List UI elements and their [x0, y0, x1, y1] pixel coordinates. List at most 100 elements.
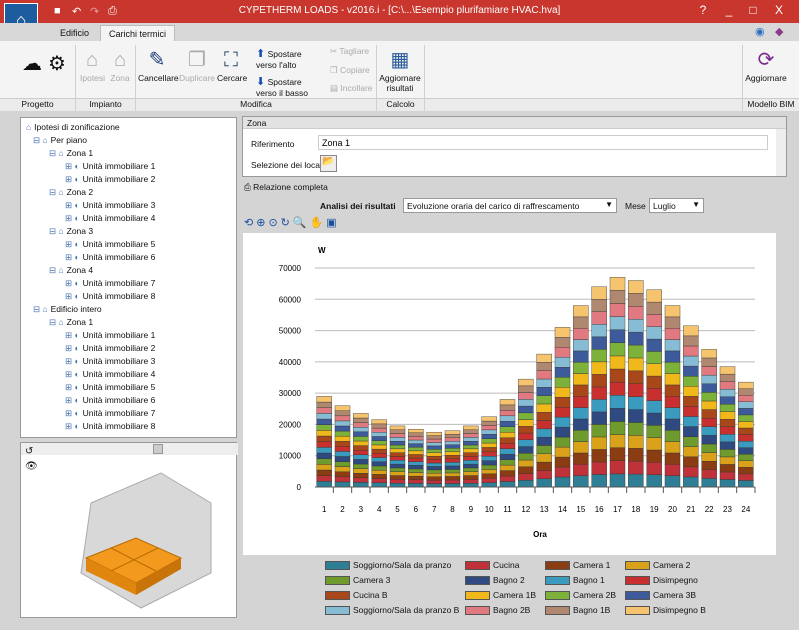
duplicare-button[interactable]: ❐ Duplicare: [178, 47, 216, 83]
tree-item[interactable]: ⊞ ◐ Unità immobiliare 2: [65, 174, 155, 185]
maximize-button[interactable]: □: [742, 3, 764, 17]
zona-button[interactable]: ⌂ Zona: [108, 47, 132, 83]
bar-segment: [518, 392, 534, 400]
tree-item[interactable]: ⊞ ◐ Unità immobiliare 6: [65, 252, 155, 263]
bar-segment: [683, 426, 699, 437]
riferimento-label: Riferimento: [251, 139, 295, 149]
select-rooms-button[interactable]: 📂: [320, 155, 337, 172]
zoom-window-icon[interactable]: ⊙: [268, 217, 280, 229]
pan-hand-icon[interactable]: ✋: [310, 217, 327, 229]
tree-item[interactable]: ⊟ ⌂ Edificio intero: [33, 304, 102, 315]
aggiornare-bim-button[interactable]: ⟳ Aggiornare: [744, 47, 788, 83]
bar-segment: [701, 383, 717, 393]
tools-icon[interactable]: ◆: [775, 25, 783, 38]
move-up-button[interactable]: ⬆ Spostare verso l'alto: [256, 47, 320, 70]
aggiornare-risultati-button[interactable]: ▦ Aggiornare risultati: [378, 47, 422, 93]
mese-select[interactable]: Luglio ▼: [649, 198, 704, 213]
bar-segment: [646, 375, 662, 389]
3d-view[interactable]: ↺ 👁: [20, 442, 238, 618]
tab-carichi-termici[interactable]: Carichi termici: [100, 25, 176, 41]
bar-segment: [646, 462, 662, 475]
bar-segment: [481, 460, 497, 466]
tree-item[interactable]: ⊟ ⌂ Zona 1: [49, 317, 93, 328]
tab-edificio[interactable]: Edificio: [52, 25, 97, 41]
zoom-extents-icon[interactable]: ⊕: [256, 217, 268, 229]
bar-segment: [738, 381, 754, 389]
tree-item[interactable]: ⊞ ◐ Unità immobiliare 6: [65, 395, 155, 406]
tree-item[interactable]: ⊟ ⌂ Per piano: [33, 135, 87, 146]
tree-item[interactable]: ⊞ ◐ Unità immobiliare 2: [65, 343, 155, 354]
riferimento-input[interactable]: [318, 135, 768, 150]
eye-icon[interactable]: 👁: [25, 461, 38, 472]
tree-item[interactable]: ⊞ ◐ Unità immobiliare 1: [65, 330, 155, 341]
view-scrollbar[interactable]: [21, 443, 238, 455]
ipotesi-button[interactable]: ⌂ Ipotesi: [80, 47, 105, 83]
bar-segment: [683, 386, 699, 397]
bar-segment: [701, 417, 717, 427]
tree-item-label: Unità immobiliare 3: [82, 356, 156, 366]
tree-item[interactable]: ⊞ ◐ Unità immobiliare 7: [65, 408, 155, 419]
tree-item[interactable]: ⊞ ◐ Unità immobiliare 1: [65, 161, 155, 172]
legend-label: Camera 3: [353, 575, 391, 585]
unit-icon: ⊞ ◐: [65, 330, 80, 340]
analysis-select[interactable]: Evoluzione oraria del carico di raffresc…: [403, 198, 617, 213]
legend-swatch: [545, 606, 570, 616]
bar-segment: [536, 445, 552, 454]
cercare-button[interactable]: ⛶ Cercare: [217, 47, 247, 83]
bar-segment: [536, 387, 552, 396]
y-tick-label: 70000: [279, 264, 302, 273]
tree-item[interactable]: ⊟ ⌂ Zona 4: [49, 265, 93, 276]
bar-segment: [646, 351, 662, 364]
tree-root[interactable]: ⌂ Ipotesi di zonificazione: [26, 122, 120, 132]
tree-item[interactable]: ⊞ ◐ Unità immobiliare 4: [65, 369, 155, 380]
x-tick-label: 10: [485, 505, 494, 514]
zona-scrollbar[interactable]: [776, 129, 786, 176]
copiare-button[interactable]: ❐ Copiare: [330, 65, 370, 76]
tree-item[interactable]: ⊟ ⌂ Zona 2: [49, 187, 93, 198]
cancellare-button[interactable]: ✎ Cancellare: [138, 47, 179, 83]
tree-item[interactable]: ⊞ ◐ Unità immobiliare 3: [65, 200, 155, 211]
bar-segment: [426, 435, 442, 440]
bar-segment: [481, 416, 497, 422]
bar-segment: [573, 305, 589, 318]
chart-toolbar: ⟲⊕⊙↻🔍✋▣: [244, 216, 340, 229]
rotate-icon[interactable]: ↺: [25, 446, 33, 457]
move-down-button[interactable]: ⬇ Spostare verso il basso: [256, 75, 320, 98]
refresh-icon[interactable]: ↻: [281, 217, 293, 229]
tree-item[interactable]: ⊞ ◐ Unità immobiliare 5: [65, 239, 155, 250]
zoom-reset-icon[interactable]: ⟲: [244, 217, 256, 229]
help-button[interactable]: ?: [692, 3, 714, 17]
bar-segment: [426, 473, 442, 477]
tree-item[interactable]: ⊞ ◐ Unità immobiliare 3: [65, 356, 155, 367]
zoom-icon[interactable]: 🔍: [293, 217, 310, 229]
export-icon[interactable]: ▣: [326, 217, 339, 229]
bar-segment: [371, 423, 387, 429]
tree-item[interactable]: ⊞ ◐ Unità immobiliare 8: [65, 421, 155, 432]
tree-item[interactable]: ⊞ ◐ Unità immobiliare 7: [65, 278, 155, 289]
tree-item[interactable]: ⊟ ⌂ Zona 3: [49, 226, 93, 237]
settings-button[interactable]: ⚙: [48, 51, 66, 77]
zona-header: Zona: [243, 117, 786, 129]
bar-segment: [719, 366, 736, 375]
tree-item[interactable]: ⊟ ⌂ Zona 1: [49, 148, 93, 159]
mese-value: Luglio: [653, 201, 676, 211]
bar-segment: [518, 412, 534, 420]
tree-item[interactable]: ⊞ ◐ Unità immobiliare 8: [65, 291, 155, 302]
close-button[interactable]: X: [768, 3, 790, 17]
bar-segment: [371, 482, 387, 488]
tree-item[interactable]: ⊞ ◐ Unità immobiliare 4: [65, 213, 155, 224]
minimize-button[interactable]: _: [718, 3, 740, 17]
report-button[interactable]: ⎙ Relazione completa: [244, 182, 328, 193]
globe-icon[interactable]: ◉: [755, 25, 765, 38]
bar-segment: [738, 473, 754, 481]
x-tick-label: 7: [432, 505, 437, 514]
x-tick-label: 3: [359, 505, 364, 514]
tagliare-button[interactable]: ✂ Tagliare: [330, 46, 369, 57]
incollare-button[interactable]: ▤ Incollare: [330, 83, 373, 94]
bar-segment: [444, 465, 461, 470]
tree-item[interactable]: ⊞ ◐ Unità immobiliare 5: [65, 382, 155, 393]
weather-button[interactable]: ☁: [22, 51, 42, 77]
bar-segment: [738, 440, 754, 448]
y-axis-label: W: [318, 246, 326, 255]
bar-segment: [554, 466, 571, 478]
